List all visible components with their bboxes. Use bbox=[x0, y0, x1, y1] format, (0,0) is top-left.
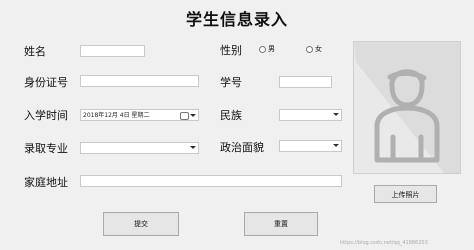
chevron-down-icon[interactable] bbox=[333, 144, 339, 147]
political-status-label: 政治面貌 bbox=[220, 141, 264, 154]
reset-button[interactable]: 重置 bbox=[244, 212, 318, 236]
student-no-label: 学号 bbox=[220, 76, 242, 89]
major-select[interactable] bbox=[80, 142, 199, 154]
name-label: 姓名 bbox=[24, 45, 46, 58]
chevron-down-icon[interactable] bbox=[190, 146, 196, 149]
enroll-date-value: 2018年12月 4日 星期二 bbox=[83, 112, 150, 119]
page-title: 学生信息录入 bbox=[185, 10, 288, 29]
watermark: https://blog.csdn.net/qq_41886203 bbox=[340, 240, 428, 246]
gender-female-label: 女 bbox=[315, 45, 322, 53]
name-input[interactable] bbox=[80, 45, 145, 57]
ethnicity-select[interactable] bbox=[279, 109, 342, 121]
enroll-date-picker[interactable]: 2018年12月 4日 星期二 bbox=[80, 109, 199, 121]
chevron-down-icon[interactable] bbox=[333, 113, 339, 116]
person-avatar-icon bbox=[354, 42, 460, 173]
address-input[interactable] bbox=[80, 175, 342, 187]
address-label: 家庭地址 bbox=[24, 176, 68, 189]
enroll-time-label: 入学时间 bbox=[24, 109, 68, 122]
major-label: 录取专业 bbox=[24, 142, 68, 155]
gender-female-radio[interactable] bbox=[306, 46, 313, 53]
id-number-label: 身份证号 bbox=[24, 76, 68, 89]
photo-preview bbox=[353, 41, 461, 174]
submit-button[interactable]: 提交 bbox=[103, 212, 179, 236]
calendar-icon[interactable] bbox=[180, 112, 189, 120]
gender-label: 性别 bbox=[220, 44, 242, 57]
chevron-down-icon[interactable] bbox=[190, 114, 196, 117]
gender-male-radio[interactable] bbox=[259, 46, 266, 53]
gender-male-label: 男 bbox=[268, 45, 275, 53]
ethnicity-label: 民族 bbox=[220, 109, 242, 122]
id-number-input[interactable] bbox=[80, 75, 199, 87]
political-status-select[interactable] bbox=[279, 140, 342, 152]
student-no-input[interactable] bbox=[279, 76, 332, 88]
upload-photo-button[interactable]: 上传照片 bbox=[374, 185, 437, 203]
